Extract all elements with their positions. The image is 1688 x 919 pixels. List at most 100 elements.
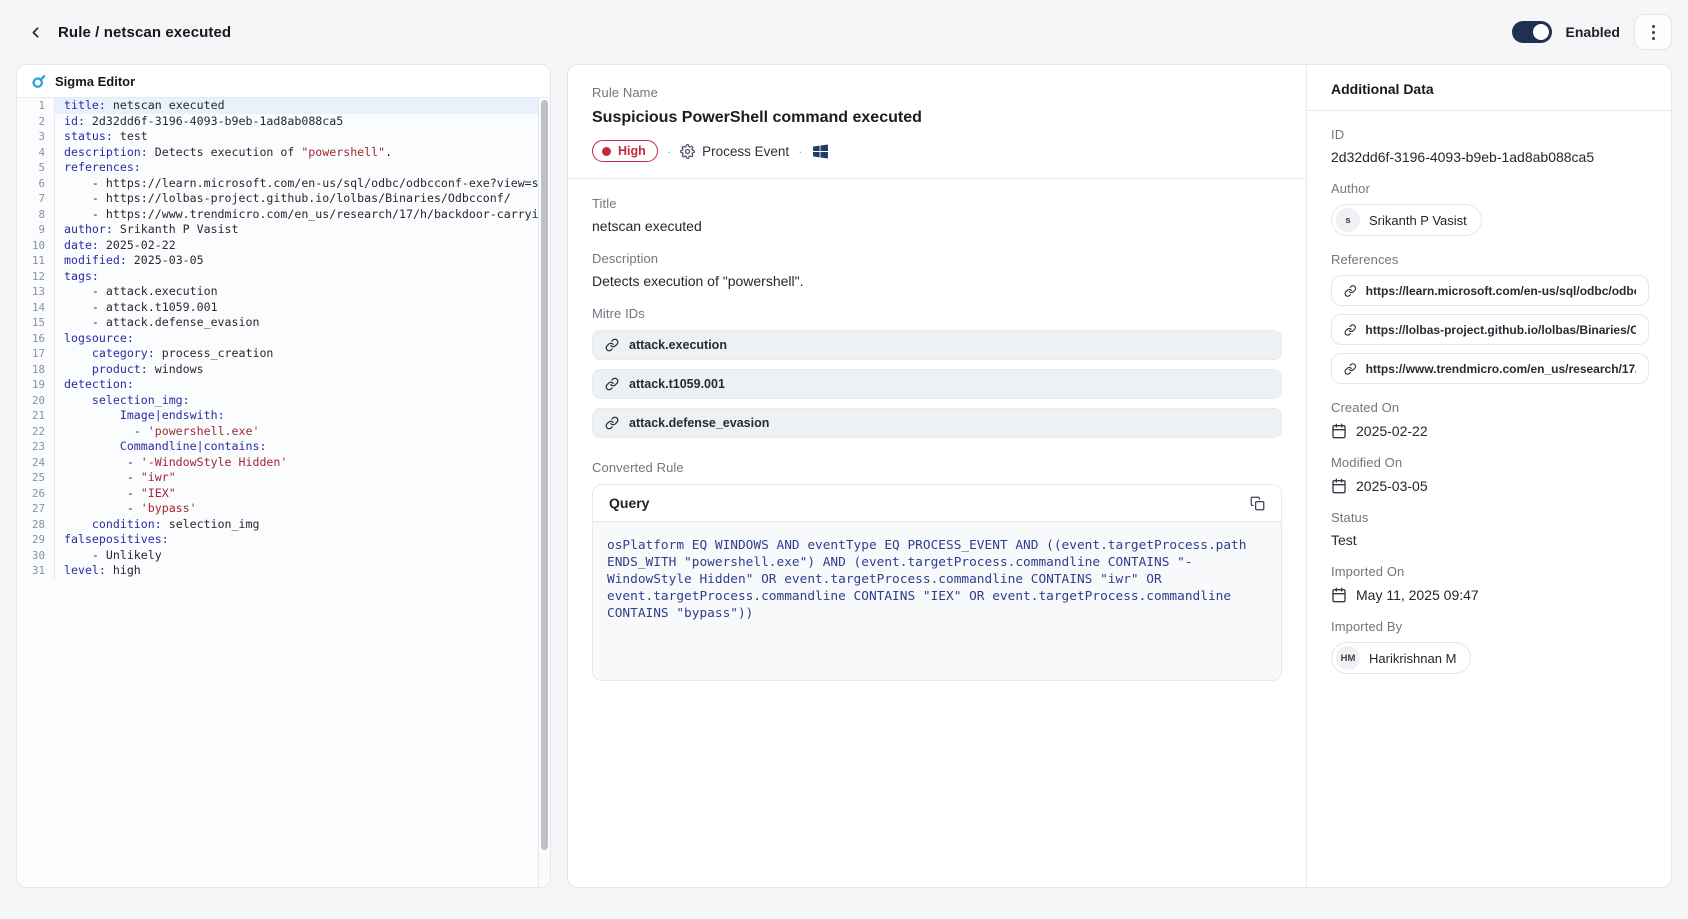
editor-line[interactable]: 8 - https://www.trendmicro.com/en_us/res… [17,207,550,223]
link-icon [605,377,619,391]
calendar-icon [1331,587,1347,603]
link-icon [1344,323,1356,337]
reference-link[interactable]: https://learn.microsoft.com/en-us/sql/od… [1331,275,1649,306]
editor-line[interactable]: 11modified: 2025-03-05 [17,253,550,269]
line-number: 25 [17,470,55,486]
line-number: 31 [17,563,55,579]
code-text: - 'bypass' [55,501,550,517]
windows-logo-icon [812,143,829,160]
dot-separator: · [667,144,671,159]
author-label: Author [1331,181,1649,196]
editor-line[interactable]: 27 - 'bypass' [17,501,550,517]
editor-line[interactable]: 14 - attack.t1059.001 [17,300,550,316]
link-icon [605,416,619,430]
editor-line[interactable]: 4description: Detects execution of "powe… [17,145,550,161]
editor-line[interactable]: 17 category: process_creation [17,346,550,362]
mitre-id-text: attack.defense_evasion [629,416,769,430]
editor-line[interactable]: 24 - '-WindowStyle Hidden' [17,455,550,471]
line-number: 22 [17,424,55,440]
description-label: Description [592,251,1282,266]
mitre-id-pill[interactable]: attack.t1059.001 [592,369,1282,399]
description-value: Detects execution of "powershell". [592,273,1282,289]
line-number: 5 [17,160,55,176]
scrollbar-thumb[interactable] [541,100,548,850]
editor-line[interactable]: 19detection: [17,377,550,393]
line-number: 16 [17,331,55,347]
gear-icon [680,144,695,159]
chevron-left-icon [27,24,44,41]
code-editor[interactable]: 1title: netscan executed2id: 2d32dd6f-31… [17,98,550,887]
rule-name-label: Rule Name [592,85,1282,100]
severity-text: High [618,144,646,158]
rule-name: Suspicious PowerShell command executed [592,109,1282,127]
calendar-icon [1331,423,1347,439]
more-options-button[interactable] [1634,14,1672,50]
copy-query-button[interactable] [1250,496,1265,511]
editor-line[interactable]: 25 - "iwr" [17,470,550,486]
line-number: 8 [17,207,55,223]
editor-line[interactable]: 2id: 2d32dd6f-3196-4093-b9eb-1ad8ab088ca… [17,114,550,130]
line-number: 30 [17,548,55,564]
editor-line[interactable]: 22 - 'powershell.exe' [17,424,550,440]
editor-line[interactable]: 1title: netscan executed [17,98,550,114]
editor-line[interactable]: 13 - attack.execution [17,284,550,300]
divider [568,178,1306,179]
avatar: HM [1336,646,1360,670]
mitre-id-text: attack.t1059.001 [629,377,725,391]
editor-line[interactable]: 18 product: windows [17,362,550,378]
code-text: detection: [55,377,550,393]
editor-line[interactable]: 26 - "IEX" [17,486,550,502]
dot-separator: · [798,144,802,159]
reference-url: https://www.trendmicro.com/en_us/researc… [1366,362,1636,376]
code-text: - "iwr" [55,470,550,486]
query-body: osPlatform EQ WINDOWS AND eventType EQ P… [593,522,1281,680]
mitre-id-pill[interactable]: attack.execution [592,330,1282,360]
editor-line[interactable]: 12tags: [17,269,550,285]
line-number: 20 [17,393,55,409]
reference-link[interactable]: https://lolbas-project.github.io/lolbas/… [1331,314,1649,345]
reference-link[interactable]: https://www.trendmicro.com/en_us/researc… [1331,353,1649,384]
editor-line[interactable]: 23 Commandline|contains: [17,439,550,455]
title-value: netscan executed [592,218,1282,234]
line-number: 21 [17,408,55,424]
code-text: Image|endswith: [55,408,550,424]
editor-line[interactable]: 20 selection_img: [17,393,550,409]
created-on-value: 2025-02-22 [1331,423,1649,439]
line-number: 18 [17,362,55,378]
imported-by-label: Imported By [1331,619,1649,634]
editor-line[interactable]: 15 - attack.defense_evasion [17,315,550,331]
code-text: - attack.execution [55,284,550,300]
editor-line[interactable]: 6 - https://learn.microsoft.com/en-us/sq… [17,176,550,192]
editor-line[interactable]: 31level: high [17,563,550,579]
query-card-header: Query [593,485,1281,522]
line-number: 12 [17,269,55,285]
editor-line[interactable]: 3status: test [17,129,550,145]
top-bar: Rule / netscan executed Enabled [0,0,1688,64]
line-number: 19 [17,377,55,393]
editor-line[interactable]: 16logsource: [17,331,550,347]
code-text: references: [55,160,550,176]
code-text: level: high [55,563,550,579]
back-button[interactable] [22,19,48,45]
imported-by-name: Harikrishnan M [1369,651,1456,666]
references-label: References [1331,252,1649,267]
code-text: falsepositives: [55,532,550,548]
editor-line[interactable]: 7 - https://lolbas-project.github.io/lol… [17,191,550,207]
editor-line[interactable]: 29falsepositives: [17,532,550,548]
enabled-toggle[interactable] [1512,21,1552,43]
mitre-id-pill[interactable]: attack.defense_evasion [592,408,1282,438]
editor-line[interactable]: 5references: [17,160,550,176]
editor-line[interactable]: 28 condition: selection_img [17,517,550,533]
event-type: Process Event [680,144,789,159]
additional-data-title: Additional Data [1331,81,1649,110]
sigma-editor-header: Sigma Editor [17,65,550,98]
copy-icon [1250,496,1265,511]
line-number: 13 [17,284,55,300]
code-text: description: Detects execution of "power… [55,145,550,161]
editor-line[interactable]: 10date: 2025-02-22 [17,238,550,254]
editor-line[interactable]: 30 - Unlikely [17,548,550,564]
editor-line[interactable]: 9author: Srikanth P Vasist [17,222,550,238]
editor-line[interactable]: 21 Image|endswith: [17,408,550,424]
editor-scrollbar[interactable] [538,98,550,887]
line-number: 28 [17,517,55,533]
